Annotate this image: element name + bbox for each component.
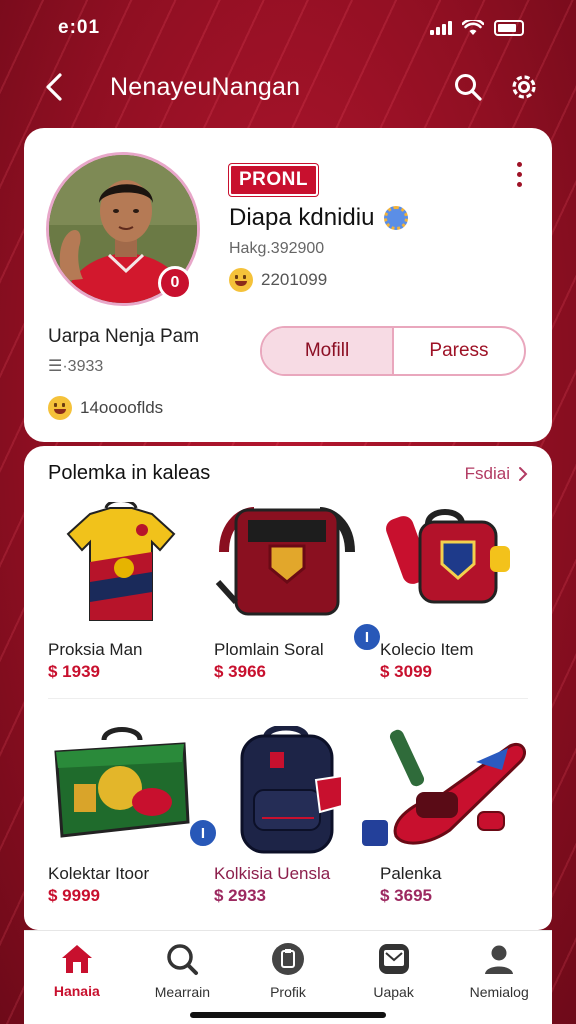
product-card[interactable]: Kolkisia Uensla $ 2933 [204, 722, 390, 942]
chevron-left-icon [46, 73, 62, 101]
profile-code: ☰·3933 [48, 358, 104, 375]
profile-segmented-control: Mofill Paress [260, 326, 526, 376]
bag-image [215, 507, 355, 616]
tab-mofill[interactable]: Mofill [262, 328, 392, 374]
page-title: NenayeuNangan [110, 72, 301, 101]
signal-icon [430, 21, 452, 35]
club-badge-label: 0 [170, 274, 180, 291]
nav-item-home[interactable]: Hanaia [24, 931, 130, 1024]
nav-item-account[interactable]: Nemialog [446, 931, 552, 1024]
product-name: Proksia Man [48, 640, 143, 659]
message-icon [378, 943, 409, 974]
more-dot [516, 172, 522, 177]
likes-count: 14ooooflds [80, 398, 164, 417]
products-card: Polemka in kaleas Fsdiai Proksia Man $ 1… [24, 446, 552, 930]
see-all-link[interactable]: Fsdiai [465, 464, 528, 484]
profile-name: Diapa kdnidiu [229, 204, 375, 231]
user-icon [485, 945, 514, 974]
product-price: $ 3099 [380, 662, 432, 681]
section-header: Polemka in kaleas Fsdiai [48, 462, 528, 485]
skateboard-image [389, 729, 526, 845]
back-button[interactable] [24, 72, 84, 102]
smile-emoji-icon [229, 268, 253, 292]
club-badge: 0 [158, 266, 192, 300]
product-card[interactable]: I Plomlain Soral $ 3966 [204, 498, 382, 718]
product-name: Plomlain Soral [214, 640, 324, 659]
battery-icon [494, 20, 524, 36]
jersey-image [66, 502, 176, 621]
product-price: $ 2933 [214, 886, 266, 905]
profile-tag: PRONL [229, 164, 318, 196]
profile-handle: Hakg.392900 [229, 240, 325, 257]
search-button[interactable] [440, 72, 496, 102]
home-icon [61, 944, 92, 973]
product-name: Kolkisia Uensla [214, 864, 331, 883]
home-indicator[interactable] [190, 1012, 386, 1018]
followers-count: 2201099 [261, 270, 328, 289]
more-dot [516, 182, 522, 187]
bottom-navigation: Hanaia Mearrain Profik Uapak Nemialog [24, 930, 552, 1024]
full-name: Uarpa Nenja Pam [48, 326, 200, 347]
likes-row: 14ooooflds [48, 396, 163, 420]
followers-row: 2201099 [229, 268, 327, 292]
product-price: $ 3966 [214, 662, 266, 681]
section-title: Polemka in kaleas [48, 462, 211, 484]
verified-icon [384, 206, 409, 230]
laugh-emoji-icon [48, 396, 72, 420]
settings-button[interactable] [496, 72, 552, 102]
nav-label-profile: Profik [270, 983, 306, 1000]
collector-box-image [54, 727, 190, 838]
app-bar: NenayeuNangan [24, 56, 552, 118]
product-price: $ 3695 [380, 886, 432, 905]
nav-item-search[interactable]: Mearrain [130, 931, 236, 1024]
nav-label-messages: Uapak [373, 983, 414, 1000]
gear-icon [512, 75, 536, 99]
profile-name-row: Diapa kdnidiu [229, 204, 409, 232]
see-all-label: Fsdiai [464, 463, 510, 483]
chevron-right-icon [519, 466, 528, 481]
nav-item-messages[interactable]: Uapak [341, 931, 447, 1024]
nav-label-home: Hanaia [53, 982, 100, 999]
status-time: e:01 [58, 17, 101, 38]
navy-backpack-image [240, 726, 343, 854]
profile-card: 0 PRONL Diapa kdnidiu Hakg.392900 220109… [24, 128, 552, 442]
product-name: Kolektar Itoor [48, 864, 150, 883]
product-name: Kolecio Item [380, 640, 474, 659]
search-icon [455, 74, 482, 101]
more-dot [516, 162, 522, 167]
tab-paress[interactable]: Paress [392, 328, 524, 374]
backpack-set-image [386, 509, 510, 604]
clipboard-icon [271, 942, 304, 975]
product-name: Palenka [380, 864, 442, 883]
more-options-button[interactable] [514, 162, 524, 187]
product-card[interactable]: Palenka $ 3695 [370, 722, 536, 942]
status-bar: e:01 [24, 0, 552, 56]
product-badge-label: I [364, 628, 370, 646]
product-card[interactable]: I Kolektar Itoor $ 9999 [38, 722, 218, 942]
product-price: $ 1939 [48, 662, 100, 681]
wifi-icon [462, 20, 484, 35]
search-icon [167, 943, 199, 975]
nav-label-search: Mearrain [154, 983, 211, 1000]
product-price: $ 9999 [48, 886, 100, 905]
status-icons [430, 20, 524, 36]
nav-label-account: Nemialog [469, 983, 529, 1000]
product-card[interactable]: Proksia Man $ 1939 [38, 498, 204, 718]
product-card[interactable]: Kolecio Item $ 3099 [370, 498, 536, 718]
nav-item-profile[interactable]: Profik [235, 931, 341, 1024]
